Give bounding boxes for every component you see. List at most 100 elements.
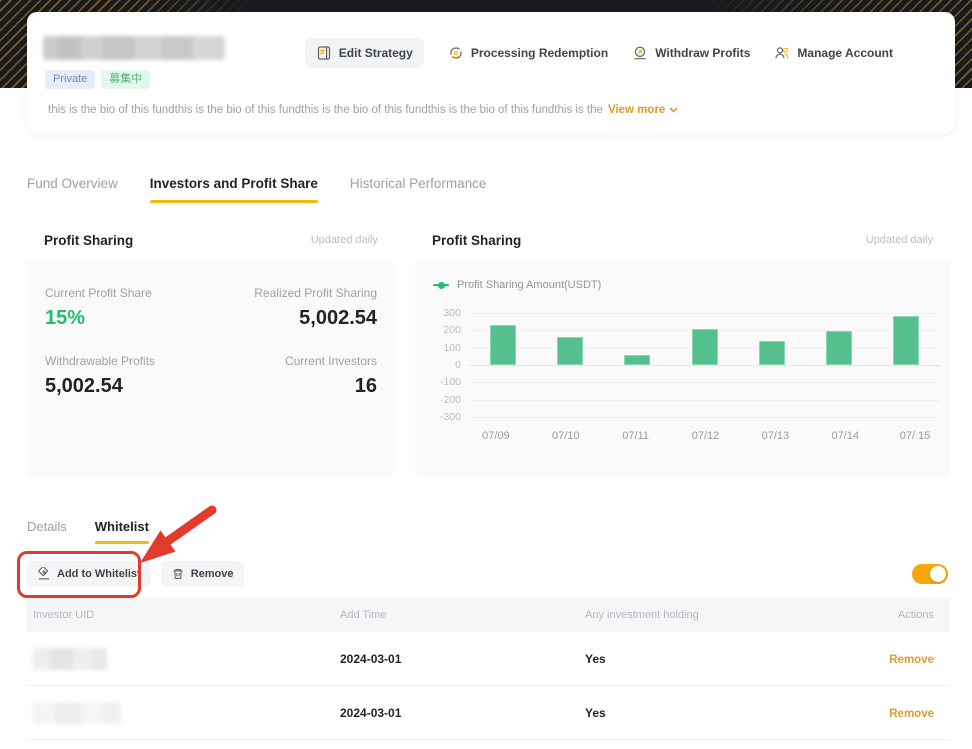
- chart-x-axis: 07/0907/1007/1107/1207/1307/1407/ 15: [461, 430, 950, 442]
- tab-fund-overview[interactable]: Fund Overview: [27, 176, 118, 195]
- processing-redemption-icon: [448, 45, 464, 61]
- stat-value: 16: [211, 375, 377, 398]
- y-tick-label: 200: [443, 324, 461, 336]
- x-tick-label: 07/09: [461, 430, 531, 442]
- fund-name-redacted: [43, 36, 225, 60]
- table-row: 2024-03-01Yes Remove: [27, 632, 950, 686]
- holding-cell: Yes: [585, 652, 862, 666]
- action-label: Processing Redemption: [471, 46, 608, 60]
- stat-label: Realized Profit Sharing: [211, 286, 377, 300]
- column-header-investor-uid: Investor UID: [33, 609, 340, 621]
- y-tick-label: 100: [443, 342, 461, 354]
- chart-bar: [624, 355, 650, 365]
- chart-bar: [759, 341, 785, 365]
- x-tick-label: 07/14: [810, 430, 880, 442]
- whitelist-table-header: Investor UIDAdd TimeAny investment holdi…: [27, 598, 950, 632]
- add-to-whitelist-icon: [37, 567, 51, 581]
- whitelist-table: 2024-03-01YesRemove2024-03-01YesRemove: [27, 632, 950, 740]
- manage-account-button[interactable]: Manage Account: [774, 38, 893, 68]
- fund-header-card: Private 募集中 this is the bio of this fundt…: [27, 12, 955, 133]
- action-label: Edit Strategy: [339, 46, 413, 60]
- tab-details[interactable]: Details: [27, 519, 67, 534]
- fund-badge-: 募集中: [101, 70, 150, 89]
- chart-y-axis: 3002001000-100-200-300: [423, 313, 461, 417]
- gridline: [469, 365, 940, 366]
- gridline: [469, 417, 940, 418]
- edit-strategy-button[interactable]: Edit Strategy: [305, 38, 424, 68]
- stat-value: 5,002.54: [45, 375, 211, 398]
- tab-investors-and-profit-share[interactable]: Investors and Profit Share: [150, 176, 318, 195]
- remove-button[interactable]: Remove: [161, 561, 244, 587]
- y-tick-label: -300: [440, 411, 461, 423]
- header-actions: Edit Strategy Processing Redemption Withdr…: [305, 38, 893, 68]
- stat-value: 15%: [45, 307, 211, 330]
- fund-badges: Private 募集中: [45, 70, 150, 89]
- legend-marker-icon: [433, 284, 449, 286]
- annotation-arrow-icon: [126, 505, 218, 567]
- updated-daily-label: Updated daily: [866, 234, 933, 246]
- column-header-add-time: Add Time: [340, 609, 585, 621]
- chevron-down-icon: [669, 107, 678, 113]
- gridline: [469, 400, 940, 401]
- profit-sharing-chart-card: Profit Sharing Updated daily Profit Shar…: [415, 218, 950, 478]
- remove-link[interactable]: Remove: [889, 654, 934, 666]
- x-tick-label: 07/12: [671, 430, 741, 442]
- whitelist-toggle[interactable]: [912, 564, 948, 584]
- stat-realized-profit-sharing: Realized Profit Sharing5,002.54: [211, 286, 377, 330]
- button-label: Remove: [191, 568, 234, 580]
- x-tick-label: 07/10: [531, 430, 601, 442]
- processing-redemption-button[interactable]: Processing Redemption: [448, 38, 608, 68]
- edit-strategy-icon: [316, 45, 332, 61]
- action-label: Withdraw Profits: [655, 46, 750, 60]
- chart-bar: [826, 331, 852, 365]
- stat-current-profit-share: Current Profit Share 15%: [45, 286, 211, 330]
- tab-historical-performance[interactable]: Historical Performance: [350, 176, 487, 195]
- withdraw-profits-icon: [632, 45, 648, 61]
- toggle-knob: [930, 566, 946, 582]
- table-row: 2024-03-01Yes Remove: [27, 686, 950, 740]
- chart-legend: Profit Sharing Amount(USDT): [433, 279, 950, 291]
- stat-current-investors: Current Investors 16: [211, 354, 377, 398]
- main-tabs: Fund Overview Investors and Profit Share H…: [27, 176, 486, 195]
- stat-label: Withdrawable Profits: [45, 354, 211, 368]
- add-time-cell: 2024-03-01: [340, 706, 585, 720]
- gridline: [469, 382, 940, 383]
- withdraw-profits-button[interactable]: Withdraw Profits: [632, 38, 750, 68]
- legend-label: Profit Sharing Amount(USDT): [457, 279, 601, 291]
- profit-sharing-stats-card: Profit Sharing Updated daily Current Pro…: [27, 218, 395, 478]
- fund-bio: this is the bio of this fundthis is the …: [48, 104, 604, 116]
- add-time-cell: 2024-03-01: [340, 652, 585, 666]
- card-title: Profit Sharing: [432, 233, 521, 248]
- bar-chart: 3002001000-100-200-300: [423, 313, 940, 417]
- chart-plot: [469, 313, 940, 417]
- chart-bar: [692, 329, 718, 365]
- trash-icon: [171, 567, 185, 581]
- y-tick-label: 0: [455, 359, 461, 371]
- chart-bar: [490, 325, 516, 365]
- add-to-whitelist-button[interactable]: Add to Whitelist: [27, 561, 151, 587]
- updated-daily-label: Updated daily: [311, 234, 378, 246]
- stat-withdrawable-profits: Withdrawable Profits 5,002.54: [45, 354, 211, 398]
- holding-cell: Yes: [585, 706, 862, 720]
- y-tick-label: 300: [443, 307, 461, 319]
- fund-badge-private: Private: [45, 70, 95, 89]
- button-label: Add to Whitelist: [57, 568, 141, 580]
- card-title: Profit Sharing: [44, 233, 133, 248]
- x-tick-label: 07/11: [601, 430, 671, 442]
- view-more-link[interactable]: View more: [608, 104, 678, 116]
- x-tick-label: 07/13: [740, 430, 810, 442]
- chart-bar: [557, 337, 583, 365]
- investor-uid-redacted: [33, 702, 121, 724]
- whitelist-tabs: Details Whitelist: [27, 519, 149, 534]
- remove-link[interactable]: Remove: [889, 708, 934, 720]
- chart-bar: [893, 316, 919, 365]
- tab-whitelist[interactable]: Whitelist: [95, 519, 149, 534]
- profit-stats-grid: Current Profit Share 15%Realized Profit S…: [27, 262, 395, 422]
- stat-label: Current Profit Share: [45, 286, 211, 300]
- investor-uid-redacted: [33, 648, 107, 670]
- y-tick-label: -100: [440, 376, 461, 388]
- column-header-actions: Actions: [862, 609, 934, 621]
- action-label: Manage Account: [797, 46, 893, 60]
- manage-account-icon: [774, 45, 790, 61]
- stat-label: Current Investors: [211, 354, 377, 368]
